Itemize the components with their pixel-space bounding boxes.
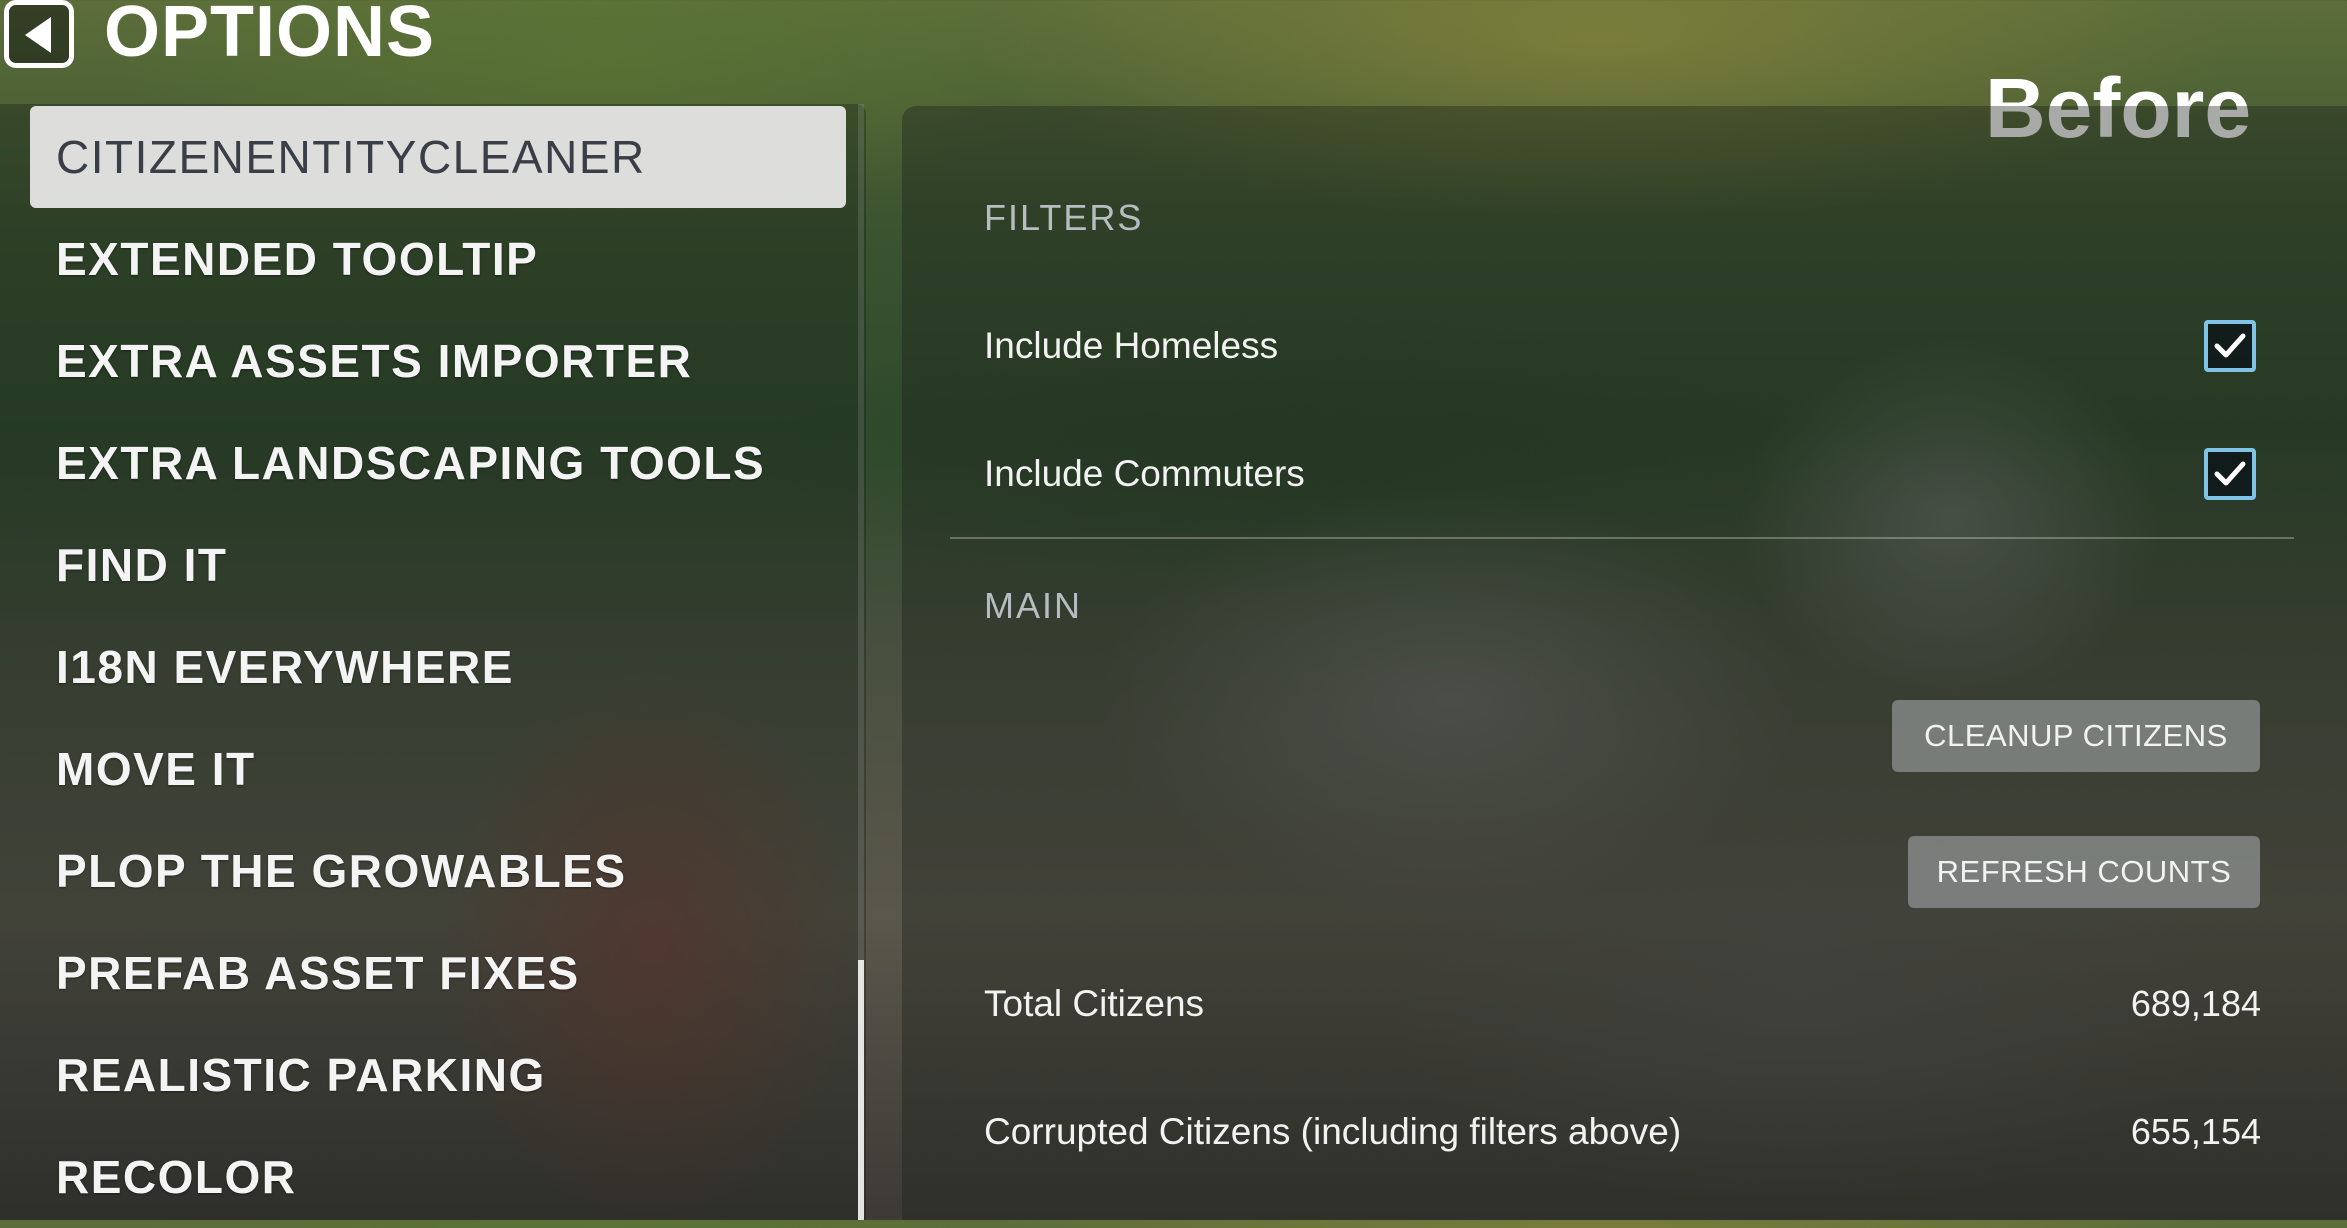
sidebar-item-realistic-parking[interactable]: REALISTIC PARKING	[30, 1024, 846, 1126]
include-homeless-checkbox[interactable]	[2204, 320, 2256, 372]
section-divider	[950, 537, 2294, 539]
sidebar-scrollbar-thumb[interactable]	[858, 960, 864, 1220]
options-panel	[902, 106, 2347, 1220]
total-citizens-label: Total Citizens	[984, 983, 1205, 1024]
sidebar-item-extended-tooltip[interactable]: EXTENDED TOOLTIP	[30, 208, 846, 310]
include-commuters-checkbox[interactable]	[2204, 448, 2256, 500]
mod-list-sidebar: CITIZENENTITYCLEANER EXTENDED TOOLTIP EX…	[0, 104, 866, 1220]
refresh-counts-button[interactable]: REFRESH COUNTS	[1908, 836, 2260, 908]
checkmark-icon	[2214, 333, 2246, 358]
sidebar-item-extra-assets-importer[interactable]: EXTRA ASSETS IMPORTER	[30, 310, 846, 412]
corrupted-citizens-value: 655,154	[2130, 1111, 2261, 1152]
corrupted-citizens-label: Corrupted Citizens (including filters ab…	[984, 1111, 1682, 1152]
sidebar-item-prefab-asset-fixes[interactable]: PREFAB ASSET FIXES	[30, 922, 846, 1024]
sidebar-item-find-it[interactable]: FIND IT	[30, 514, 846, 616]
include-homeless-label: Include Homeless	[984, 325, 1279, 366]
sidebar-item-i18n-everywhere[interactable]: I18N EVERYWHERE	[30, 616, 846, 718]
sidebar-item-extra-landscaping-tools[interactable]: EXTRA LANDSCAPING TOOLS	[30, 412, 846, 514]
cleanup-citizens-button[interactable]: CLEANUP CITIZENS	[1892, 700, 2260, 772]
sidebar-item-citizenentitycleaner[interactable]: CITIZENENTITYCLEANER	[30, 106, 846, 208]
sidebar-item-recolor[interactable]: RECOLOR	[30, 1126, 846, 1228]
back-button[interactable]	[4, 0, 74, 68]
sidebar-item-move-it[interactable]: MOVE IT	[30, 718, 846, 820]
main-section-label: MAIN	[984, 585, 1082, 626]
sidebar-item-plop-the-growables[interactable]: PLOP THE GROWABLES	[30, 820, 846, 922]
back-arrow-icon	[25, 17, 51, 53]
total-citizens-value: 689,184	[2130, 983, 2261, 1024]
checkmark-icon	[2214, 461, 2246, 486]
include-commuters-label: Include Commuters	[984, 453, 1305, 494]
page-title: OPTIONS	[104, 0, 436, 72]
filters-section-label: FILTERS	[984, 197, 1144, 238]
